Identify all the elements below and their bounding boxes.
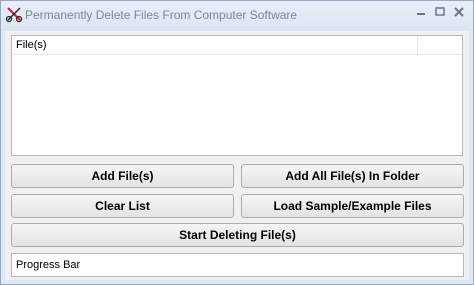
progress-label: Progress Bar	[16, 259, 81, 271]
add-folder-files-button[interactable]: Add All File(s) In Folder	[241, 164, 464, 188]
app-window: Permanently Delete Files From Computer S…	[0, 0, 474, 285]
scissors-icon	[5, 7, 23, 23]
progress-bar: Progress Bar	[11, 253, 464, 277]
title-bar[interactable]: Permanently Delete Files From Computer S…	[1, 1, 473, 31]
minimize-button[interactable]	[412, 5, 430, 19]
close-button[interactable]	[450, 5, 468, 19]
column-header-label: File(s)	[16, 39, 47, 51]
window-title: Permanently Delete Files From Computer S…	[25, 8, 298, 22]
file-list-header: File(s)	[12, 36, 462, 55]
load-sample-files-button[interactable]: Load Sample/Example Files	[241, 194, 464, 218]
start-deleting-button[interactable]: Start Deleting File(s)	[11, 223, 464, 247]
main-panel: File(s) Add File(s) Add All File(s) In F…	[5, 31, 469, 280]
column-header-files[interactable]: File(s)	[12, 36, 418, 54]
maximize-button[interactable]	[431, 5, 449, 19]
add-files-button[interactable]: Add File(s)	[11, 164, 234, 188]
clear-list-button[interactable]: Clear List	[11, 194, 234, 218]
file-list[interactable]: File(s)	[11, 35, 463, 156]
